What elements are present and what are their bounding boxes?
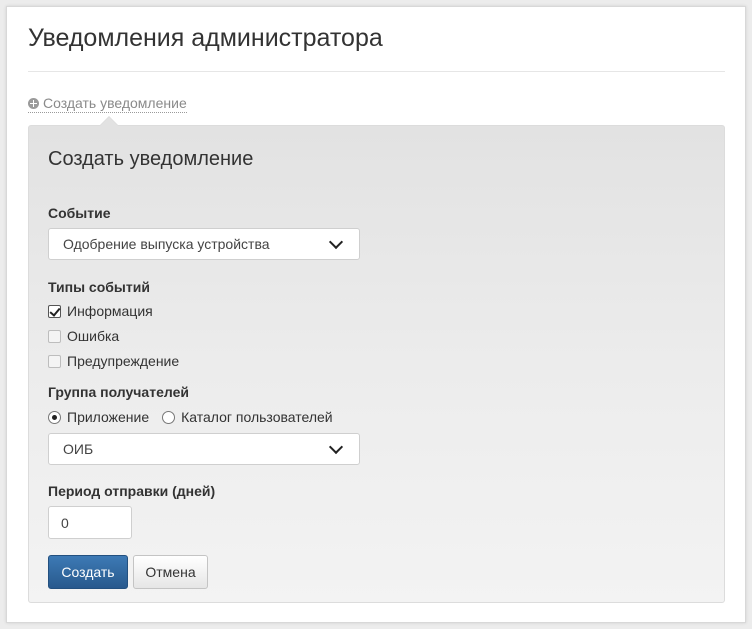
recipients-select-value: ОИБ [63,441,94,457]
create-notification-panel: Создать уведомление Событие Одобрение вы… [28,116,725,603]
period-label: Период отправки (дней) [48,483,216,499]
event-label: Событие [48,205,111,221]
event-select[interactable]: Одобрение выпуска устройства [48,228,360,260]
radio-user-catalog-label: Каталог пользователей [181,409,333,425]
event-type-error[interactable]: Ошибка [48,328,119,344]
recipients-radio-group: Приложение Каталог пользователей [48,409,346,425]
create-button[interactable]: Создать [48,555,128,589]
create-notification-toggle-label: Создать уведомление [43,95,187,111]
radio-option-user-catalog[interactable]: Каталог пользователей [162,409,333,425]
checkbox-info[interactable] [48,304,61,318]
period-input[interactable] [48,506,132,539]
event-type-warning[interactable]: Предупреждение [48,353,179,369]
cancel-button[interactable]: Отмена [133,555,208,589]
radio-option-application[interactable]: Приложение [48,409,149,425]
chevron-down-icon [328,234,344,249]
event-type-info[interactable]: Информация [48,303,153,319]
event-types-label: Типы событий [48,279,150,295]
checkbox-info-label: Информация [67,303,153,319]
checkbox-warning[interactable] [48,354,61,368]
chevron-down-icon [328,439,344,454]
recipients-select[interactable]: ОИБ [48,433,360,465]
radio-application-label: Приложение [67,409,150,425]
panel-title: Создать уведомление [48,148,254,170]
panel-caret [99,116,119,126]
create-notification-toggle[interactable]: Создать уведомление [28,95,187,113]
recipients-label: Группа получателей [48,384,189,400]
radio-application[interactable] [48,410,61,424]
plus-circle-icon [28,97,39,109]
radio-user-catalog[interactable] [162,410,176,424]
checkbox-error-label: Ошибка [67,328,120,344]
event-select-value: Одобрение выпуска устройства [63,236,270,252]
title-divider [28,71,725,72]
page-title: Уведомления администратора [28,24,383,52]
checkbox-warning-label: Предупреждение [67,353,180,369]
notifications-window: Уведомления администратора Создать уведо… [6,6,746,623]
checkbox-error[interactable] [48,329,61,343]
